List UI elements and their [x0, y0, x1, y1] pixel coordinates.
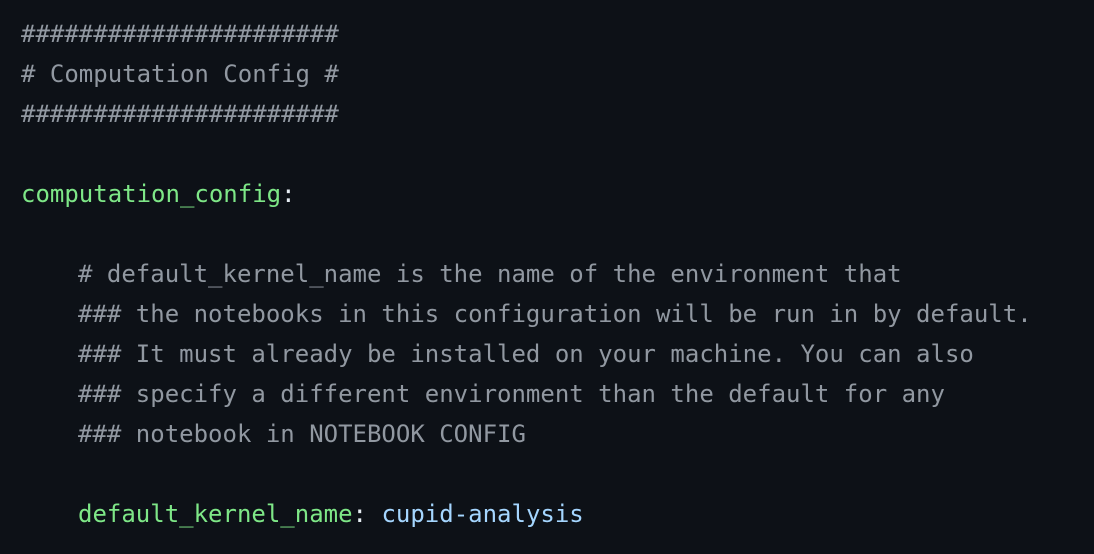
colon: : [281, 180, 296, 208]
hash-border-bottom: ###################### [21, 100, 339, 128]
comment-line-1: # default_kernel_name is the name of the… [78, 260, 902, 288]
section-header-comment: # Computation Config # [21, 60, 339, 88]
kernel-name-value: cupid-analysis [381, 500, 584, 528]
comment-line-2: ### the notebooks in this configuration … [78, 300, 1032, 328]
kernel-name-line: default_kernel_name: cupid-analysis [21, 494, 1094, 534]
comment-line-5: ### notebook in NOTEBOOK CONFIG [78, 420, 526, 448]
section-key: computation_config [21, 180, 282, 208]
hash-border-top: ###################### [21, 20, 339, 48]
comment-line-4: ### specify a different environment than… [78, 380, 945, 408]
kernel-separator: : [352, 500, 382, 528]
code-viewer: ###################### # Computation Con… [0, 0, 1094, 554]
kernel-name-key: default_kernel_name [78, 500, 353, 528]
comment-line-3: ### It must already be installed on your… [78, 340, 974, 368]
section-key-line: computation_config: [21, 174, 1094, 214]
